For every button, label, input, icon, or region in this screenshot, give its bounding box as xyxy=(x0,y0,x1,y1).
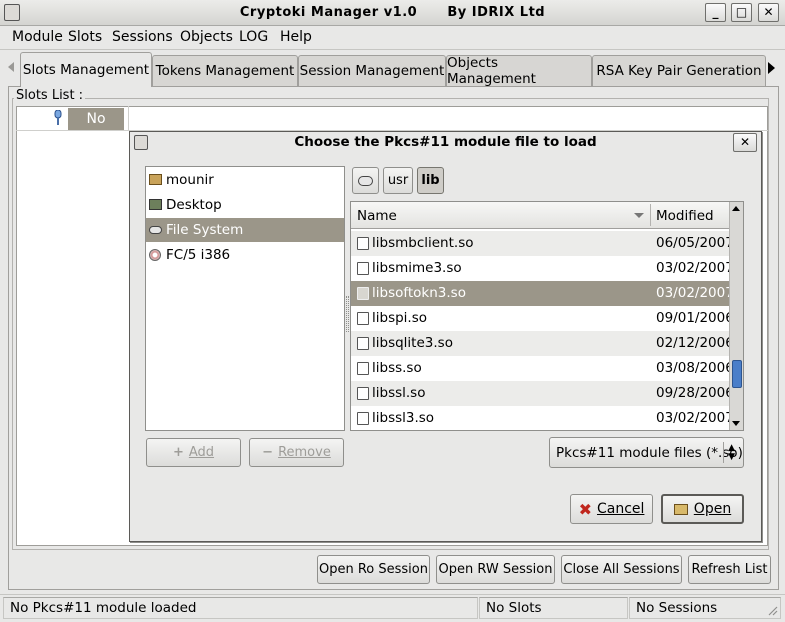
file-row[interactable]: libspi.so 09/01/2006 xyxy=(351,306,734,331)
tab-tokens-management[interactable]: Tokens Management xyxy=(152,55,298,86)
open-ro-session-button[interactable]: Open Ro Session xyxy=(317,555,430,584)
cdrom-icon xyxy=(149,249,161,261)
minus-icon: − xyxy=(262,445,274,460)
combo-arrows-icon: ▲ ▼ xyxy=(728,443,735,462)
file-icon xyxy=(357,287,369,300)
pane-resize-handle[interactable] xyxy=(346,296,349,332)
file-row[interactable]: libssl.so 09/28/2006 xyxy=(351,381,734,406)
tab-scroll-left-icon[interactable] xyxy=(8,62,14,72)
path-root-button[interactable] xyxy=(352,167,379,194)
tab-slots-management[interactable]: Slots Management xyxy=(20,52,152,87)
menu-objects[interactable]: Objects xyxy=(180,29,233,45)
resize-grip-icon[interactable] xyxy=(766,604,778,616)
file-icon xyxy=(357,262,369,275)
sort-down-icon[interactable] xyxy=(634,213,644,218)
column-divider xyxy=(650,204,651,226)
status-module: No Pkcs#11 module loaded xyxy=(3,597,478,619)
folder-open-icon xyxy=(673,503,688,515)
combo-separator xyxy=(723,442,724,463)
open-button[interactable]: Open xyxy=(661,494,744,524)
file-icon xyxy=(357,362,369,375)
slots-column-divider xyxy=(128,106,129,130)
close-button[interactable]: ✕ xyxy=(758,3,779,22)
menu-sessions[interactable]: Sessions xyxy=(112,29,173,45)
file-filter-combo[interactable]: Pkcs#11 module files (*.so) ▲ ▼ xyxy=(549,437,744,468)
cancel-button[interactable]: ✖ Cancel xyxy=(570,494,653,524)
drive-icon xyxy=(358,175,373,186)
file-list-scrollbar[interactable] xyxy=(729,202,743,430)
remove-button[interactable]: − Remove xyxy=(249,438,344,467)
window-title: Cryptoki Manager v1.0 By IDRIX Ltd xyxy=(239,5,546,20)
path-usr-button[interactable]: usr xyxy=(383,167,413,194)
menu-help[interactable]: Help xyxy=(280,29,312,45)
file-row[interactable]: libsmbclient.so 06/05/2007 xyxy=(351,231,734,256)
menu-module[interactable]: Module xyxy=(12,29,63,45)
column-name-header[interactable]: Name xyxy=(357,208,397,224)
refresh-list-button[interactable]: Refresh List xyxy=(688,555,771,584)
place-file-system[interactable]: File System xyxy=(146,218,344,242)
scroll-up-icon[interactable] xyxy=(732,206,740,211)
add-button[interactable]: + Add xyxy=(146,438,241,467)
file-row[interactable]: libssl3.so 03/02/2007 xyxy=(351,406,729,430)
path-lib-button[interactable]: lib xyxy=(417,167,444,194)
menu-log[interactable]: LOG xyxy=(239,29,268,45)
file-row[interactable]: libsqlite3.so 02/12/2006 xyxy=(351,331,734,356)
scroll-down-icon[interactable] xyxy=(732,421,740,426)
open-rw-session-button[interactable]: Open RW Session xyxy=(436,555,555,584)
file-icon xyxy=(357,412,369,425)
file-icon xyxy=(357,387,369,400)
file-row[interactable]: libss.so 03/08/2006 xyxy=(351,356,734,381)
slot-item[interactable]: No Slots xyxy=(68,108,124,149)
drive-icon xyxy=(149,226,162,234)
tab-scroll-right-icon[interactable] xyxy=(768,62,775,74)
file-icon xyxy=(357,337,369,350)
status-sessions: No Sessions xyxy=(629,597,781,619)
dialog-title: Choose the Pkcs#11 module file to load xyxy=(294,134,597,150)
slot-reader-icon xyxy=(53,109,63,126)
dialog-close-button[interactable]: ✕ xyxy=(733,133,757,152)
place-cdrom[interactable]: FC/5 i386 xyxy=(146,243,344,267)
desktop-icon xyxy=(149,199,162,210)
column-modified-header[interactable]: Modified xyxy=(656,208,714,224)
scroll-thumb[interactable] xyxy=(732,360,742,388)
slots-list-label: Slots List : xyxy=(14,88,86,103)
plus-icon: + xyxy=(172,445,184,460)
minimize-button[interactable]: _ xyxy=(705,3,726,22)
place-home[interactable]: mounir xyxy=(146,168,344,192)
file-row[interactable]: libsmime3.so 03/02/2007 xyxy=(351,256,734,281)
home-folder-icon xyxy=(149,174,162,185)
status-slots: No Slots xyxy=(479,597,628,619)
file-icon xyxy=(357,312,369,325)
tab-session-management[interactable]: Session Management xyxy=(298,55,446,86)
close-all-sessions-button[interactable]: Close All Sessions xyxy=(561,555,682,584)
file-icon xyxy=(357,237,369,250)
place-desktop[interactable]: Desktop xyxy=(146,193,344,217)
menu-slots[interactable]: Slots xyxy=(68,29,102,45)
tab-rsa-key-pair-generation[interactable]: RSA Key Pair Generation xyxy=(592,55,766,86)
file-row-selected[interactable]: libsoftokn3.so 03/02/2007 xyxy=(351,281,734,306)
tab-objects-management[interactable]: Objects Management xyxy=(446,55,592,87)
cancel-icon: ✖ xyxy=(578,499,592,519)
maximize-button[interactable]: □ xyxy=(731,3,752,22)
